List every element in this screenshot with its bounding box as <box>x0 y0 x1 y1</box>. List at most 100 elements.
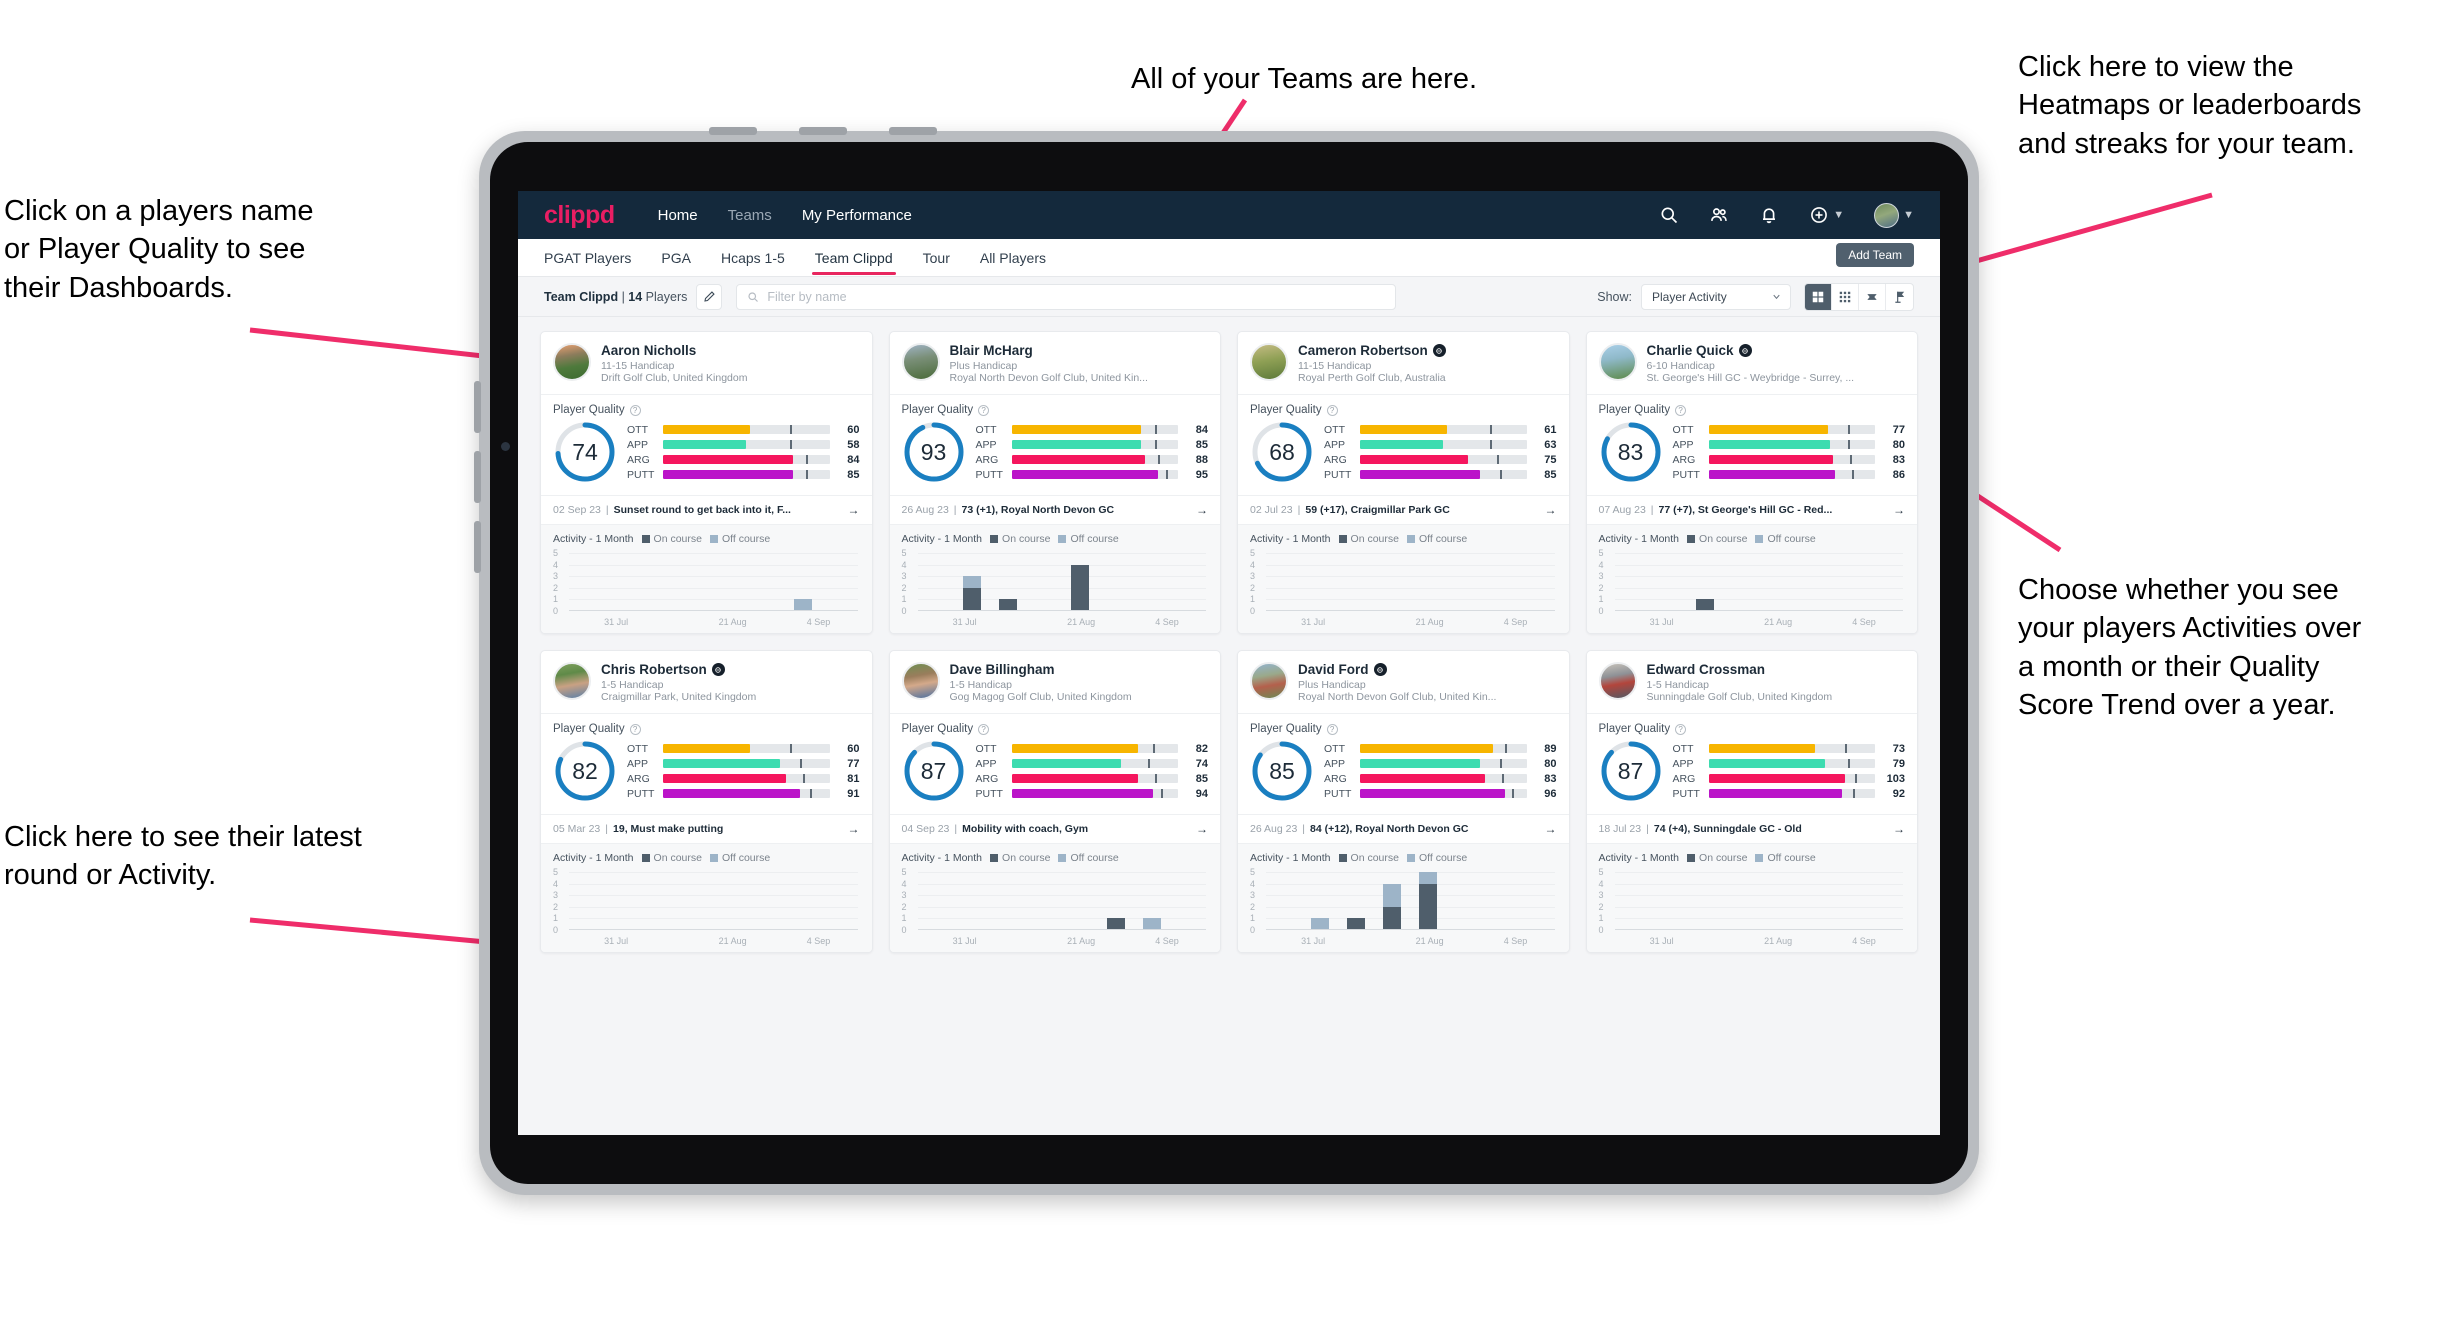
player-card-header[interactable]: Chris Robertson 1-5 Handicap Craigmillar P… <box>541 651 872 713</box>
people-icon[interactable] <box>1709 205 1729 225</box>
player-handicap: 1-5 Handicap <box>949 679 1012 691</box>
leaderboard-icon[interactable] <box>1886 284 1913 310</box>
arrow-right-icon[interactable]: → <box>1545 503 1557 517</box>
latest-round-row[interactable]: 05 Mar 23 | 19, Must make putting → <box>541 814 872 843</box>
player-quality-section[interactable]: Player Quality? 87 OTT 73 APP 79 ARG 103 PUTT 92 <box>1586 713 1917 814</box>
player-card-header[interactable]: Aaron Nicholls 11-15 Handicap Drift Golf C… <box>541 332 872 394</box>
player-name[interactable]: David Ford <box>1298 662 1369 677</box>
player-card-header[interactable]: Blair McHarg Plus Handicap Royal North Dev… <box>890 332 1221 394</box>
avatar[interactable] <box>1250 662 1288 700</box>
player-name[interactable]: Blair McHarg <box>950 343 1033 358</box>
tab-pga[interactable]: PGA <box>661 239 691 277</box>
tab-hcaps-1-5[interactable]: Hcaps 1-5 <box>721 239 785 277</box>
tab-team-clippd[interactable]: Team Clippd <box>811 239 896 277</box>
help-icon[interactable]: ? <box>1675 723 1687 735</box>
latest-round-row[interactable]: 04 Sep 23 | Mobility with coach, Gym → <box>889 814 1220 843</box>
player-card-header[interactable]: Charlie Quick 6-10 Handicap St. George's H… <box>1587 332 1918 394</box>
player-card[interactable]: Chris Robertson 1-5 Handicap Craigmillar P… <box>540 650 873 953</box>
metric-value: 94 <box>1195 787 1208 800</box>
player-quality-section[interactable]: Player Quality? 85 OTT 89 APP 80 ARG 83 PUTT 96 <box>1238 713 1569 814</box>
player-card[interactable]: David Ford Plus Handicap Royal North Devon… <box>1237 650 1570 953</box>
help-icon[interactable]: ? <box>1675 404 1687 416</box>
latest-round-row[interactable]: 18 Jul 23 | 74 (+4), Sunningdale GC - Old → <box>1586 814 1917 843</box>
player-card-header[interactable]: Dave Billingham 1-5 Handicap Gog Magog Gol… <box>890 651 1221 713</box>
edit-team-button[interactable] <box>696 283 723 310</box>
player-card[interactable]: Aaron Nicholls 11-15 Handicap Drift Golf C… <box>540 331 873 634</box>
player-name-row[interactable]: Charlie Quick <box>1647 343 1906 358</box>
avatar[interactable] <box>1598 662 1637 700</box>
player-name[interactable]: Dave Billingham <box>950 662 1055 677</box>
player-card[interactable]: Blair McHarg Plus Handicap Royal North Dev… <box>888 331 1221 634</box>
player-quality-section[interactable]: Player Quality? 68 OTT 61 APP 63 ARG 75 PUTT 85 <box>1238 394 1569 495</box>
player-name[interactable]: Chris Robertson <box>601 662 707 677</box>
avatar[interactable] <box>901 662 940 700</box>
latest-round-row[interactable]: 07 Aug 23 | 77 (+7), St George's Hill GC -… <box>1586 495 1917 524</box>
show-select[interactable]: Player Activity <box>1641 283 1791 310</box>
latest-round-row[interactable]: 26 Aug 23 | 73 (+1), Royal North Devon GC → <box>889 495 1220 524</box>
tab-all-players[interactable]: All Players <box>980 239 1046 277</box>
player-card[interactable]: Charlie Quick 6-10 Handicap St. George's H… <box>1585 331 1918 634</box>
dense-grid-icon[interactable] <box>1832 283 1859 310</box>
avatar[interactable]: ▼ <box>1874 202 1914 228</box>
avatar[interactable] <box>553 662 591 700</box>
plus-circle-icon[interactable]: ▼ <box>1809 205 1844 225</box>
grid-view-icon[interactable] <box>1805 283 1832 310</box>
player-quality-section[interactable]: Player Quality? 82 OTT 60 APP 77 ARG 81 PUTT 91 <box>541 713 872 814</box>
avatar[interactable] <box>1598 343 1637 381</box>
player-card-header[interactable]: David Ford Plus Handicap Royal North Devon… <box>1238 651 1569 713</box>
latest-round-row[interactable]: 02 Sep 23 | Sunset round to get back into … <box>541 495 872 524</box>
arrow-right-icon[interactable]: → <box>1545 822 1557 836</box>
arrow-right-icon[interactable]: → <box>1893 503 1905 517</box>
player-quality-section[interactable]: Player Quality? 87 OTT 82 APP 74 ARG 85 PUTT 94 <box>889 713 1220 814</box>
add-team-button[interactable]: Add Team <box>1836 243 1914 267</box>
player-name[interactable]: Aaron Nicholls <box>601 343 696 358</box>
player-name-row[interactable]: Aaron Nicholls <box>601 343 860 358</box>
player-name[interactable]: Edward Crossman <box>1647 662 1766 677</box>
search-icon[interactable] <box>1659 205 1679 225</box>
player-card[interactable]: Dave Billingham 1-5 Handicap Gog Magog Gol… <box>888 650 1221 953</box>
arrow-right-icon[interactable]: → <box>848 822 860 836</box>
player-card-header[interactable]: Cameron Robertson 11-15 Handicap Royal Per… <box>1238 332 1569 394</box>
heatmap-icon[interactable] <box>1859 283 1886 310</box>
player-name-row[interactable]: David Ford <box>1298 662 1557 677</box>
help-icon[interactable]: ? <box>629 723 641 735</box>
avatar[interactable] <box>901 343 940 381</box>
player-card-header[interactable]: Edward Crossman 1-5 Handicap Sunningdale G… <box>1587 651 1918 713</box>
help-icon[interactable]: ? <box>1326 404 1338 416</box>
tab-pgat-players[interactable]: PGAT Players <box>544 239 631 277</box>
quality-metric-row: APP 77 <box>627 758 860 770</box>
player-card[interactable]: Cameron Robertson 11-15 Handicap Royal Per… <box>1237 331 1570 634</box>
arrow-right-icon[interactable]: → <box>1893 822 1905 836</box>
arrow-right-icon[interactable]: → <box>1196 503 1208 517</box>
player-name-row[interactable]: Blair McHarg <box>950 343 1209 358</box>
help-icon[interactable]: ? <box>1326 723 1338 735</box>
avatar[interactable] <box>1250 343 1288 381</box>
nav-link-teams[interactable]: Teams <box>728 207 772 224</box>
nav-link-home[interactable]: Home <box>658 207 698 224</box>
player-name-row[interactable]: Dave Billingham <box>950 662 1209 677</box>
player-quality-section[interactable]: Player Quality? 93 OTT 84 APP 85 ARG 88 PUTT 95 <box>889 394 1220 495</box>
quality-metric-row: ARG 83 <box>1324 773 1557 785</box>
search-input[interactable]: Filter by name <box>736 283 1397 310</box>
player-quality-section[interactable]: Player Quality? 83 OTT 77 APP 80 ARG 83 PUTT 86 <box>1586 394 1917 495</box>
player-name[interactable]: Cameron Robertson <box>1298 343 1428 358</box>
player-name-row[interactable]: Edward Crossman <box>1647 662 1906 677</box>
clippd-logo[interactable]: clippd <box>544 201 615 230</box>
player-quality-section[interactable]: Player Quality? 74 OTT 60 APP 58 ARG 84 PUTT 85 <box>541 394 872 495</box>
arrow-right-icon[interactable]: → <box>1196 822 1208 836</box>
player-name-row[interactable]: Chris Robertson <box>601 662 860 677</box>
help-icon[interactable]: ? <box>978 723 990 735</box>
latest-round-row[interactable]: 26 Aug 23 | 84 (+12), Royal North Devon GC… <box>1238 814 1569 843</box>
player-quality-title: Player Quality? <box>553 723 860 735</box>
nav-link-my-performance[interactable]: My Performance <box>802 207 912 224</box>
player-name[interactable]: Charlie Quick <box>1647 343 1734 358</box>
player-card[interactable]: Edward Crossman 1-5 Handicap Sunningdale G… <box>1585 650 1918 953</box>
avatar[interactable] <box>553 343 591 381</box>
player-name-row[interactable]: Cameron Robertson <box>1298 343 1557 358</box>
tab-tour[interactable]: Tour <box>923 239 950 277</box>
arrow-right-icon[interactable]: → <box>848 503 860 517</box>
help-icon[interactable]: ? <box>978 404 990 416</box>
help-icon[interactable]: ? <box>629 404 641 416</box>
bell-icon[interactable] <box>1759 205 1779 225</box>
latest-round-row[interactable]: 02 Jul 23 | 59 (+17), Craigmillar Park GC → <box>1238 495 1569 524</box>
